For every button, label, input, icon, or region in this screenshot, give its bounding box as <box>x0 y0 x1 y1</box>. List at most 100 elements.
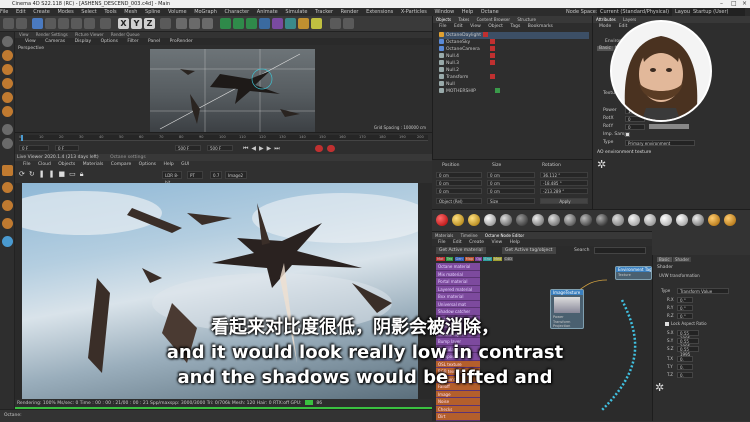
viewport-menu-filter[interactable]: Filter <box>127 39 138 44</box>
axis-z-button[interactable]: Z <box>144 18 155 29</box>
node-list-item[interactable]: Noise <box>436 398 480 406</box>
tab-objects[interactable]: Objects <box>436 17 451 22</box>
octane-gear-icon[interactable]: ✲ <box>597 158 611 172</box>
material-ball[interactable] <box>676 214 688 226</box>
snap-icon[interactable] <box>2 124 13 135</box>
tag-icon[interactable] <box>490 53 495 58</box>
om-menu-edit[interactable]: Edit <box>454 24 463 29</box>
move-tool-icon[interactable] <box>45 18 56 29</box>
y-position-field[interactable]: 0 cm <box>436 180 482 186</box>
model-mode-icon[interactable] <box>2 50 13 61</box>
lock-icon[interactable]: 🔒︎ <box>80 170 88 178</box>
material-ball[interactable] <box>708 214 720 226</box>
menu-spline[interactable]: Spline <box>145 9 160 15</box>
menu-render[interactable]: Render <box>341 9 359 15</box>
tag-icon[interactable] <box>490 60 495 65</box>
uvw-section[interactable]: UVW transformation <box>659 273 700 278</box>
material-ball[interactable] <box>452 214 464 226</box>
stop-icon[interactable]: ■ <box>58 170 69 178</box>
kernel-select[interactable]: PT <box>187 171 203 179</box>
lv-menu-cloud[interactable]: Cloud <box>38 162 51 167</box>
menu-extensions[interactable]: Extensions <box>366 9 393 15</box>
menu-window[interactable]: Window <box>434 9 454 15</box>
z-position-field[interactable]: 0 cm <box>436 188 482 194</box>
menu-modes[interactable]: Modes <box>57 9 73 15</box>
lv-menu-help[interactable]: Help <box>163 162 173 167</box>
tag-icon[interactable] <box>483 32 488 37</box>
render-settings-icon[interactable] <box>202 18 213 29</box>
tag-icon[interactable] <box>490 46 495 51</box>
rotation-x-field[interactable]: 0.° <box>677 297 693 303</box>
menu-volume[interactable]: Volume <box>168 9 187 15</box>
menu-octane[interactable]: Octane <box>481 9 499 15</box>
tab-attributes[interactable]: Attributes <box>596 17 616 22</box>
material-ball[interactable] <box>580 214 592 226</box>
menu-help[interactable]: Help <box>462 9 473 15</box>
roty-field[interactable]: 0 <box>625 124 645 130</box>
material-ball[interactable] <box>724 214 736 226</box>
axis-y-button[interactable]: Y <box>131 18 142 29</box>
imp-samp-checkbox[interactable] <box>625 132 630 137</box>
node-list-item[interactable]: Portal material <box>436 278 480 286</box>
minimize-button[interactable]: – <box>720 0 723 8</box>
lv-menu-compare[interactable]: Compare <box>111 162 131 167</box>
floor-icon[interactable] <box>285 18 296 29</box>
step-back-icon[interactable]: ◀ <box>251 145 259 152</box>
image-select[interactable]: Image2 <box>225 171 247 179</box>
tag-icon[interactable] <box>490 39 495 44</box>
menu-animate[interactable]: Animate <box>257 9 278 15</box>
material-ball[interactable] <box>644 214 656 226</box>
timeline-ruler[interactable]: 0 10 20 30 40 50 60 70 80 90 100 110 120… <box>19 135 428 141</box>
preview-end-field[interactable]: 500 F <box>207 145 233 151</box>
category-gen[interactable]: Gen <box>454 257 464 261</box>
menu-create[interactable]: Create <box>33 9 50 15</box>
object-row[interactable]: Null <box>439 81 589 88</box>
ao-section-header[interactable]: AO environment texture <box>597 150 651 155</box>
menu-file[interactable]: File <box>0 9 8 15</box>
make-editable-icon[interactable] <box>2 36 13 47</box>
redo-icon[interactable] <box>16 18 27 29</box>
category-tex[interactable]: Tex <box>445 257 454 261</box>
shader-basic-tab[interactable]: Basic <box>657 257 672 262</box>
object-row[interactable]: Null.2 <box>439 67 589 74</box>
node-list-item[interactable]: Image <box>436 390 480 398</box>
pen-icon[interactable] <box>233 18 244 29</box>
play-icon[interactable]: ▶ <box>259 145 267 152</box>
coordinate-system-icon[interactable] <box>160 18 171 29</box>
octane-settings-icon[interactable] <box>343 18 354 29</box>
om-menu-file[interactable]: File <box>439 24 447 29</box>
environment-tag-node[interactable]: Environment Tag Texture <box>615 266 652 280</box>
object-row[interactable]: Transform <box>439 74 589 81</box>
category-mat[interactable]: Mat <box>436 257 445 261</box>
layout-select[interactable]: Startup (User) <box>690 8 745 16</box>
octane-icon[interactable] <box>2 165 13 176</box>
z-size-field[interactable]: 0 cm <box>487 188 535 194</box>
octane-live-viewer-icon[interactable] <box>330 18 341 29</box>
ne-menu-file[interactable]: File <box>438 240 446 245</box>
lv-menu-options[interactable]: Options <box>139 162 156 167</box>
tab-render-settings[interactable]: Render Settings <box>36 32 68 37</box>
camera-icon[interactable] <box>298 18 309 29</box>
get-active-material-button[interactable]: Get Active material <box>436 247 486 254</box>
close-button[interactable]: × <box>742 0 747 8</box>
object-row[interactable]: MOTHERSHIP <box>439 88 589 95</box>
om-menu-view[interactable]: View <box>470 24 481 29</box>
undo-icon[interactable] <box>3 18 14 29</box>
transform-type-select[interactable]: Transform Value <box>677 288 729 294</box>
viewport-menu-panel[interactable]: Panel <box>148 39 160 44</box>
workplane-icon[interactable] <box>2 138 13 149</box>
restart-render-icon[interactable]: ↻ <box>29 170 39 178</box>
material-ball[interactable] <box>500 214 512 226</box>
apply-button[interactable]: Apply <box>540 198 588 204</box>
region-icon[interactable]: ▭ <box>69 170 80 178</box>
shader-shader-tab[interactable]: Shader <box>673 257 692 262</box>
send-scene-icon[interactable]: ⟳ <box>19 170 29 178</box>
y-size-field[interactable]: 0 cm <box>487 180 535 186</box>
tab-picture-viewer[interactable]: Picture Viewer <box>75 32 104 37</box>
buffer-select[interactable]: LDR 8-bit <box>162 171 182 185</box>
lv-menu-objects[interactable]: Objects <box>58 162 75 167</box>
edges-mode-icon[interactable] <box>2 92 13 103</box>
deformer-icon[interactable] <box>272 18 283 29</box>
octane-material-icon[interactable] <box>2 218 13 229</box>
lv-menu-materials[interactable]: Materials <box>83 162 104 167</box>
